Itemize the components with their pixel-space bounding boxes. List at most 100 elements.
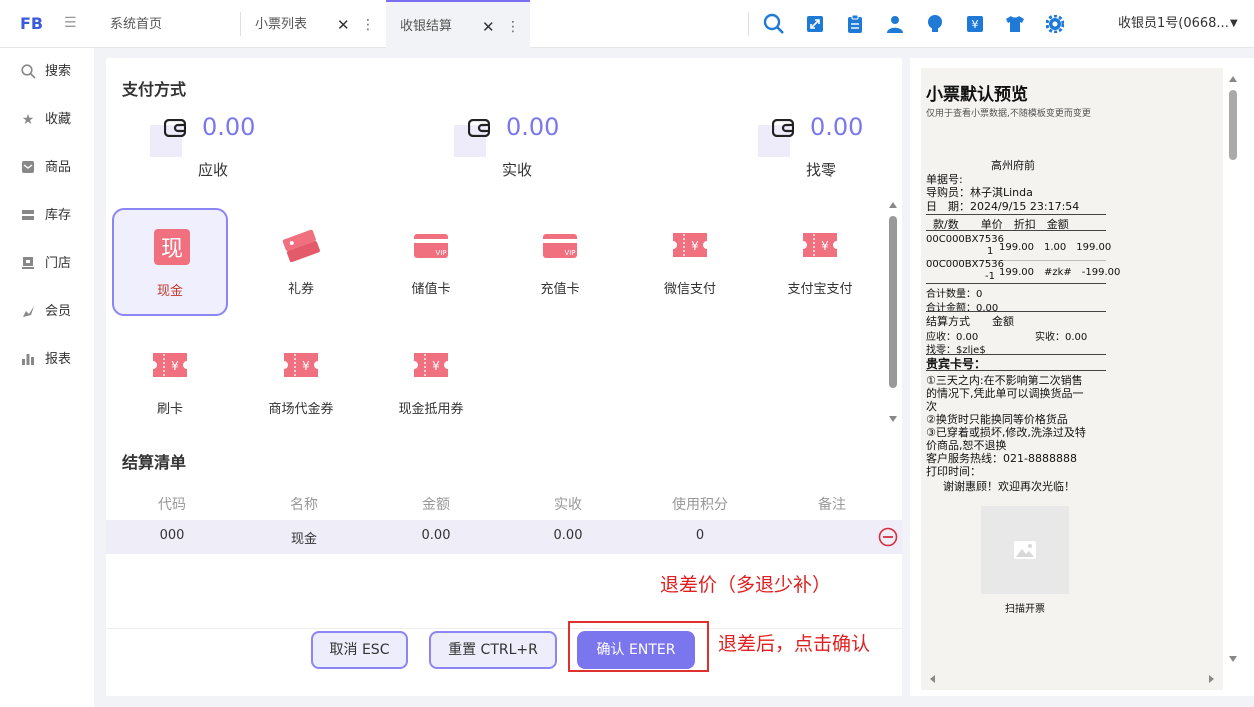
stat-value: 0.00 [506,113,560,141]
column-header: 名称 [290,497,318,513]
receipt-payment-header: 结算方式 金额 [926,315,1014,328]
goods-icon [20,160,36,176]
shirt-icon[interactable] [1003,12,1027,36]
stat-paid: 0.00 实收 [454,113,594,193]
receipt-divider [926,311,1106,312]
clipboard-icon[interactable] [843,12,867,36]
bulb-icon[interactable] [923,12,947,36]
wallet-icon [164,119,186,137]
search-icon[interactable] [762,12,786,36]
expand-icon[interactable] [803,12,827,36]
receipt-policy: 的情况下,凭此单可以调换货品一 [926,387,1084,400]
pay-method-label: 微信支付 [663,282,716,297]
svg-text:VIP: VIP [435,249,446,257]
reset-button[interactable]: 重置 CTRL+R [429,631,557,669]
more-icon[interactable]: ⋮ [361,0,375,50]
receipt-store: 高州府前 [991,159,1035,172]
image-icon [1014,541,1036,559]
top-bar: FB ☰ 系统首页 小票列表 ✕ ⋮ 收银结算 ✕ ⋮ ¥ 收银员1号(0668… [0,0,1254,48]
tab-label: 系统首页 [110,17,163,32]
pay-method-alipay[interactable]: ¥ 支付宝支付 [762,208,878,316]
column-header: 金额 [422,497,450,513]
gear-icon[interactable] [1043,12,1067,36]
svg-text:¥: ¥ [171,359,179,373]
ticket-icon: ¥ [414,353,448,377]
svg-text:VIP: VIP [564,249,575,257]
user-name: 收银员1号(0668... [1118,16,1229,31]
column-header: 代码 [158,497,186,513]
payment-scrollbar[interactable] [886,196,900,426]
tab-label: 收银结算 [400,19,453,34]
receipt-hscrollbar[interactable] [926,672,1218,686]
tab-receipt-list[interactable]: 小票列表 ✕ ⋮ [241,0,385,48]
receipt-date: 日 期：2024/9/15 23:17:54 [926,200,1080,213]
table-cell: 000 [159,528,185,543]
pay-method-cash[interactable]: 现 现金 [112,208,228,316]
remove-row-icon[interactable] [878,527,898,547]
table-cell: 0 [695,528,705,543]
stat-change: 0.00 找零 [758,113,898,193]
cashier-icon[interactable]: ¥ [963,12,987,36]
pay-method-label: 礼券 [287,282,314,297]
wallet-icon [772,119,794,137]
svg-text:¥: ¥ [302,359,310,373]
stat-label: 找零 [806,161,837,179]
receipt-scrollbar[interactable] [1226,68,1240,668]
pay-method-label: 刷卡 [156,402,183,417]
receipt-thanks: 谢谢惠顾！欢迎再次光临！ [943,480,1075,493]
pay-method-recharge-card[interactable]: VIP 充值卡 [502,208,618,316]
sidebar-item-label: 库存 [45,208,72,223]
receipt-item-qty: 1 [987,246,994,257]
qr-code-placeholder [981,506,1069,594]
tab-checkout[interactable]: 收银结算 ✕ ⋮ [386,0,530,48]
column-header: 使用积分 [672,497,728,513]
cash-icon: 现 [154,229,190,265]
receipt-item-qty: -1 [985,271,995,282]
stat-label: 应收 [198,161,229,179]
pay-method-label: 商场代金券 [268,402,334,417]
tab-home[interactable]: 系统首页 [96,0,240,48]
confirm-highlight-box [568,621,709,672]
voucher-icon [282,229,320,263]
store-icon [20,256,36,272]
toolbar-divider [748,12,749,36]
pay-method-mall-voucher[interactable]: ¥ 商场代金券 [243,328,359,436]
pay-method-voucher[interactable]: 礼券 [243,208,359,316]
column-header: 实收 [554,497,582,513]
close-icon[interactable]: ✕ [337,0,350,50]
qr-label: 扫描开票 [1005,604,1045,615]
pay-method-wechat[interactable]: ¥ 微信支付 [632,208,748,316]
ticket-icon: ¥ [153,353,187,377]
app-logo[interactable]: FB [20,12,43,36]
pay-method-label: 支付宝支付 [787,282,853,297]
receipt-divider [926,283,1106,284]
user-icon[interactable] [883,12,907,36]
receipt-title: 小票默认预览 [926,85,1028,105]
ticket-icon: ¥ [673,233,707,257]
sidebar-item-label: 报表 [45,352,72,367]
svg-text:¥: ¥ [432,359,440,373]
pay-method-label: 储值卡 [411,282,451,297]
sidebar-item-label: 门店 [45,256,72,271]
receipt-preview-panel: 小票默认预览 仅用于查看小票数据,不随模板变更而变更 高州府前 单据号: 导购员… [910,58,1254,696]
pay-method-stored-card[interactable]: VIP 储值卡 [373,208,489,316]
ticket-icon: ¥ [284,353,318,377]
table-cell: 0.00 [421,528,451,543]
pay-method-card-swipe[interactable]: ¥ 刷卡 [112,328,228,436]
settlement-section-title: 结算清单 [122,453,187,472]
search-icon [20,64,36,80]
more-icon[interactable]: ⋮ [506,2,520,52]
collapse-menu-icon[interactable]: ☰ [64,14,82,32]
receipt-print-time: 打印时间： [926,465,981,478]
report-icon [20,352,36,368]
user-menu[interactable]: 收银员1号(0668... ▼ [1118,0,1238,48]
close-icon[interactable]: ✕ [482,2,495,52]
cancel-button[interactable]: 取消 ESC [311,631,408,669]
sidebar-item-label: 会员 [45,304,72,319]
inventory-icon [20,208,36,224]
svg-text:现: 现 [161,237,183,262]
vip-card-icon: VIP [543,234,577,258]
pay-method-cash-coupon[interactable]: ¥ 现金抵用券 [373,328,489,436]
stat-value: 0.00 [202,113,256,141]
receipt-item-code: 00C000BX7536 [926,234,1004,245]
